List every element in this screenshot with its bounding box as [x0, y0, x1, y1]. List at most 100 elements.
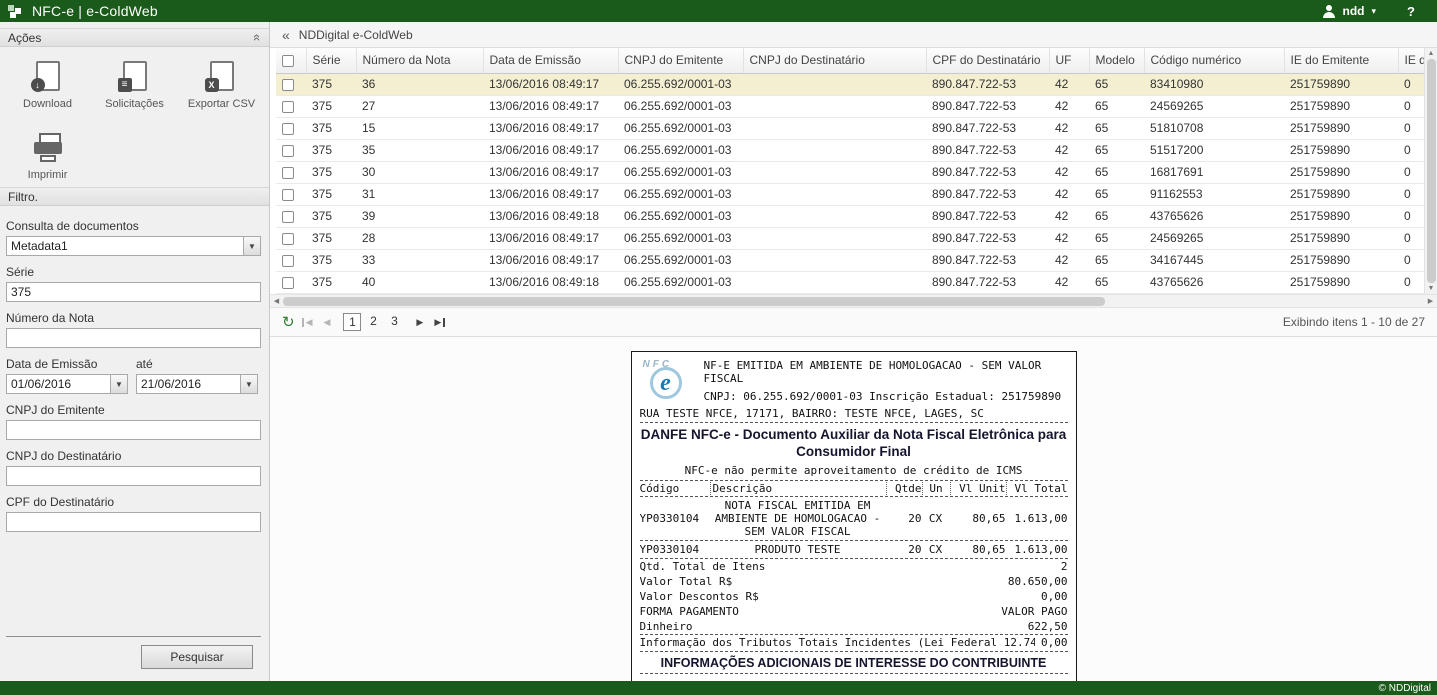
table-row[interactable]: 3752813/06/2016 08:49:1706.255.692/0001-…	[276, 227, 1437, 249]
page-button[interactable]: 1	[343, 313, 361, 331]
grid-cell: 890.847.722-53	[926, 139, 1049, 161]
consulta-label: Consulta de documentos	[6, 219, 261, 233]
table-row[interactable]: 3754013/06/2016 08:49:1806.255.692/0001-…	[276, 271, 1437, 293]
table-row[interactable]: 3753613/06/2016 08:49:1706.255.692/0001-…	[276, 73, 1437, 95]
grid-cell: 42	[1049, 205, 1089, 227]
chevron-down-icon[interactable]: ▼	[240, 375, 257, 393]
grid-vertical-scrollbar[interactable]: ▲ ▼	[1424, 48, 1437, 294]
data-ate-picker[interactable]: ▼	[136, 374, 258, 394]
chevron-down-icon[interactable]: ▼	[110, 375, 127, 393]
table-row[interactable]: 3753513/06/2016 08:49:1706.255.692/0001-…	[276, 139, 1437, 161]
numero-input[interactable]	[6, 328, 261, 348]
grid-column-header[interactable]: CNPJ do Destinatário	[743, 48, 926, 73]
search-button[interactable]: Pesquisar	[141, 645, 253, 669]
cpf-destinatario-input[interactable]	[6, 512, 261, 532]
action-imprimir[interactable]: Imprimir	[4, 132, 91, 181]
grid-cell: 65	[1089, 95, 1144, 117]
grid-cell: 06.255.692/0001-03	[618, 95, 743, 117]
collapse-left-icon[interactable]: «	[282, 28, 290, 42]
select-all-checkbox[interactable]	[282, 55, 294, 67]
main-panel: « NDDigital e-ColdWeb SérieNúmero da Not…	[270, 22, 1437, 681]
grid-cell: 251759890	[1284, 95, 1398, 117]
row-checkbox[interactable]	[282, 145, 294, 157]
grid-column-header[interactable]: CPF do Destinatário	[926, 48, 1049, 73]
row-checkbox[interactable]	[282, 255, 294, 267]
receipt-item-vu: 80,65	[950, 543, 1006, 556]
table-row[interactable]: 3753013/06/2016 08:49:1706.255.692/0001-…	[276, 161, 1437, 183]
grid-cell	[743, 227, 926, 249]
grid-header-row: SérieNúmero da NotaData de EmissãoCNPJ d…	[276, 48, 1437, 73]
grid-column-header[interactable]: IE do Emitente	[1284, 48, 1398, 73]
chevron-down-icon[interactable]: ▾	[1372, 6, 1377, 17]
scroll-up-icon[interactable]: ▲	[1428, 50, 1435, 57]
grid-column-header[interactable]: Data de Emissão	[483, 48, 618, 73]
grid-column-header[interactable]: Modelo	[1089, 48, 1144, 73]
receipt-environment-line: NF-E EMITIDA EM AMBIENTE DE HOMOLOGACAO …	[704, 359, 1068, 385]
row-checkbox[interactable]	[282, 123, 294, 135]
grid-cell: 890.847.722-53	[926, 271, 1049, 293]
vertical-scroll-thumb[interactable]	[1427, 59, 1436, 283]
grid-column-header[interactable]: Código numérico	[1144, 48, 1284, 73]
prev-page-icon[interactable]: ◀	[322, 318, 333, 327]
last-page-icon[interactable]: ▶	[432, 318, 445, 327]
row-checkbox[interactable]	[282, 277, 294, 289]
cnpj-destinatario-input[interactable]	[6, 466, 261, 486]
table-row[interactable]: 3751513/06/2016 08:49:1706.255.692/0001-…	[276, 117, 1437, 139]
row-checkbox[interactable]	[282, 233, 294, 245]
first-page-icon[interactable]: ◀	[302, 318, 315, 327]
grid-cell	[743, 117, 926, 139]
filter-form: Consulta de documentos ▼ Série Número da…	[0, 206, 269, 681]
grid-cell: 28	[356, 227, 483, 249]
grid-cell: 251759890	[1284, 161, 1398, 183]
row-checkbox[interactable]	[282, 189, 294, 201]
help-icon[interactable]: ?	[1407, 4, 1415, 19]
action-exportar-csv[interactable]: XExportar CSV	[178, 61, 265, 110]
table-row[interactable]: 3753913/06/2016 08:49:1806.255.692/0001-…	[276, 205, 1437, 227]
scroll-down-icon[interactable]: ▼	[1428, 285, 1435, 292]
row-checkbox[interactable]	[282, 167, 294, 179]
grid-horizontal-scrollbar[interactable]: ◀ ▶	[270, 294, 1437, 307]
page-button[interactable]: 2	[364, 313, 382, 331]
consulta-select[interactable]: ▼	[6, 236, 261, 256]
row-checkbox[interactable]	[282, 101, 294, 113]
grid-cell	[743, 139, 926, 161]
table-row[interactable]: 3753313/06/2016 08:49:1706.255.692/0001-…	[276, 249, 1437, 271]
grid-cell: 43765626	[1144, 205, 1284, 227]
grid-cell: 13/06/2016 08:49:17	[483, 73, 618, 95]
grid-column-header[interactable]: CNPJ do Emitente	[618, 48, 743, 73]
collapse-up-icon[interactable]: «	[251, 34, 264, 41]
grid-column-header[interactable]: UF	[1049, 48, 1089, 73]
horizontal-scroll-thumb[interactable]	[283, 297, 1105, 306]
user-menu[interactable]: ndd	[1343, 4, 1365, 18]
actions-panel: ↓Download≡SolicitaçõesXExportar CSV Impri…	[0, 47, 269, 187]
page-button[interactable]: 3	[385, 313, 403, 331]
serie-input[interactable]	[6, 282, 261, 302]
receipt-address: RUA TESTE NFCE, 17171, BAIRRO: TESTE NFC…	[640, 407, 1068, 423]
row-checkbox[interactable]	[282, 79, 294, 91]
grid-column-header[interactable]: Série	[306, 48, 356, 73]
scroll-right-icon[interactable]: ▶	[1424, 297, 1437, 305]
grid-cell: 890.847.722-53	[926, 73, 1049, 95]
grid-cell	[743, 73, 926, 95]
data-de-picker[interactable]: ▼	[6, 374, 128, 394]
scroll-left-icon[interactable]: ◀	[270, 297, 283, 305]
action-download[interactable]: ↓Download	[4, 61, 91, 110]
refresh-icon[interactable]: ↻	[282, 315, 295, 330]
table-row[interactable]: 3753113/06/2016 08:49:1706.255.692/0001-…	[276, 183, 1437, 205]
select-all-header[interactable]	[276, 48, 306, 73]
cnpj-emitente-input[interactable]	[6, 420, 261, 440]
row-checkbox[interactable]	[282, 211, 294, 223]
action-solicitacoes[interactable]: ≡Solicitações	[91, 61, 178, 110]
grid-cell: 13/06/2016 08:49:17	[483, 139, 618, 161]
grid-cell: 83410980	[1144, 73, 1284, 95]
cnpj-destinatario-label: CNPJ do Destinatário	[6, 449, 261, 463]
receipt-col-vl-unit: Vl Unit	[950, 482, 1006, 495]
table-row[interactable]: 3752713/06/2016 08:49:1706.255.692/0001-…	[276, 95, 1437, 117]
grid-column-header[interactable]: Número da Nota	[356, 48, 483, 73]
receipt-item-vt: 1.613,00	[1006, 512, 1068, 525]
grid-cell: 42	[1049, 227, 1089, 249]
next-page-icon[interactable]: ▶	[414, 318, 425, 327]
chevron-down-icon[interactable]: ▼	[243, 237, 260, 255]
copyright: © NDDigital	[1379, 683, 1431, 694]
consulta-input[interactable]	[6, 236, 261, 256]
